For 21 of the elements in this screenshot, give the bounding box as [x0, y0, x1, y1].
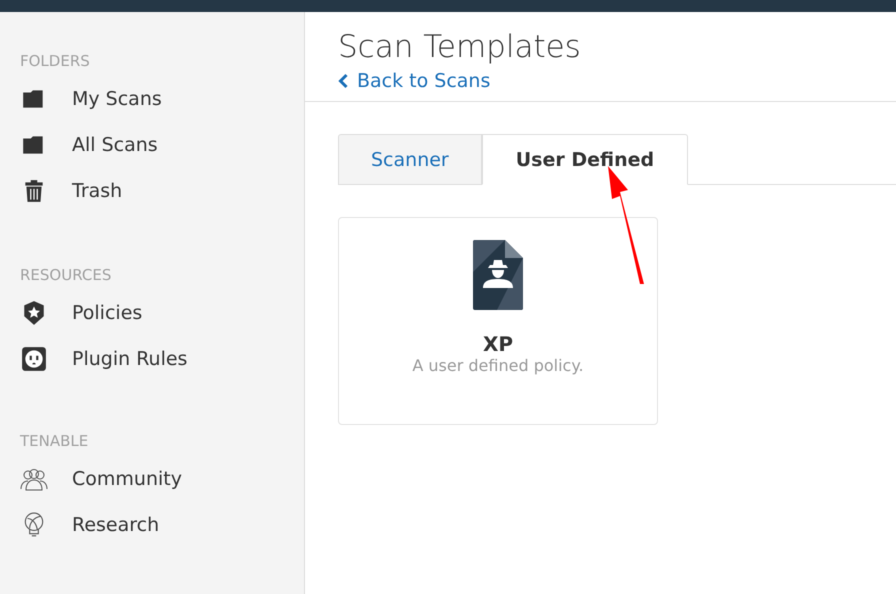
sidebar-item[interactable]: Trash [72, 180, 122, 202]
template-description: A user defined policy. [412, 356, 584, 375]
page-title: Scan Templates [338, 28, 582, 66]
sidebar-item[interactable]: My Scans [72, 88, 162, 110]
sidebar-item[interactable]: Plugin Rules [72, 348, 188, 370]
power-outlet-icon[interactable] [20, 346, 48, 372]
sidebar-item[interactable]: Policies [72, 302, 142, 324]
sidebar-item[interactable]: All Scans [72, 134, 158, 156]
section-heading: RESOURCES [20, 266, 112, 284]
section-heading: FOLDERS [20, 52, 91, 70]
chevron-left-icon [338, 73, 349, 89]
people-icon[interactable] [20, 466, 48, 492]
template-name: XP [482, 332, 514, 356]
back-link[interactable]: Back to Scans [338, 70, 490, 92]
sidebar-item[interactable]: Community [72, 468, 182, 490]
document-user-icon [473, 240, 523, 310]
template-card[interactable]: XP A user defined policy. [338, 217, 658, 425]
sidebar-item[interactable]: Research [72, 514, 160, 536]
tab[interactable]: User Defined [482, 134, 688, 185]
tab[interactable]: Scanner [338, 134, 482, 185]
section-heading: TENABLE [20, 432, 90, 450]
